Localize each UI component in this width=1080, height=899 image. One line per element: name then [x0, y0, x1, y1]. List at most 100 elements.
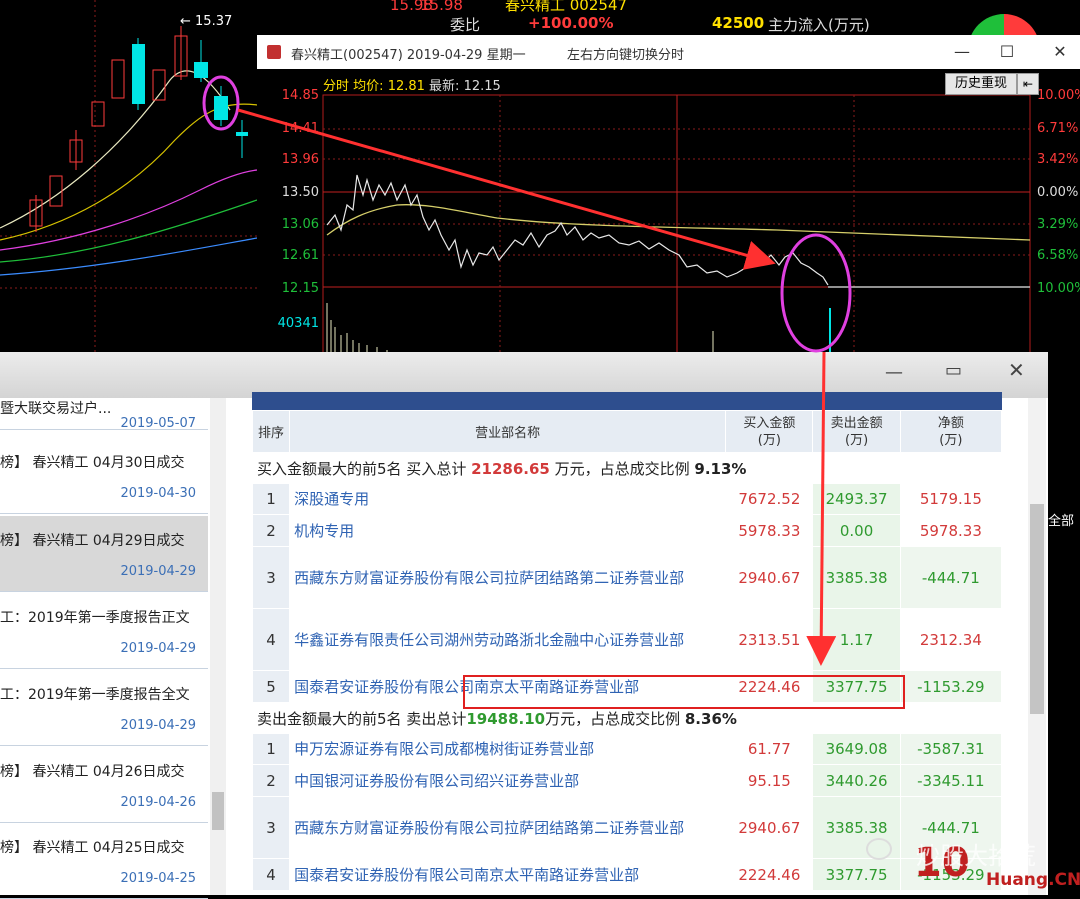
news-title: 榜】 春兴精工 04月26日成交: [0, 764, 185, 780]
list-item[interactable]: 榜】 春兴精工 04月25日成交 2019-04-25: [0, 823, 208, 899]
maximize-icon[interactable]: ☐: [992, 39, 1022, 65]
close-icon[interactable]: ✕: [1045, 39, 1075, 65]
row-idx: 3: [251, 546, 291, 609]
row-idx: 2: [251, 764, 291, 797]
main-flow-label: 主力流入(万元): [768, 16, 870, 34]
table-row[interactable]: 2 机构专用 5978.33 0.00 5978.33: [251, 514, 1003, 547]
branch-name[interactable]: 国泰君安证券股份有限公司南京太平南路证券营业部: [289, 858, 727, 891]
buy-amount: 2940.67: [725, 796, 814, 859]
top-price-red-label: 15.98: [390, 0, 433, 14]
sell-section-row: 卖出金额最大的前5名 卖出总计19488.10万元，占总成交比例 8.36%: [252, 702, 1002, 734]
col-net: 净额 (万): [899, 410, 1003, 453]
sell-amount: 0.00: [812, 514, 901, 547]
buy-amount: 61.77: [725, 733, 814, 765]
lhb-table: 排序 营业部名称 买入金额 (万) 卖出金额 (万) 净额 (万) 买入金额最大…: [251, 410, 1003, 891]
net-amount: -3587.31: [899, 733, 1003, 765]
dragon-tiger-window: — ▭ ✕ 暨大联交易过户... 2019-05-07 榜】 春兴精工 04月3…: [0, 352, 1048, 899]
news-title: 暨大联交易过户...: [0, 401, 112, 417]
info-prefix: 分时: [323, 79, 350, 94]
branch-name[interactable]: 西藏东方财富证券股份有限公司拉萨团结路第二证券营业部: [289, 546, 727, 609]
table-row[interactable]: 4 国泰君安证券股份有限公司南京太平南路证券营业部 2224.46 3377.7…: [251, 858, 1003, 891]
buy-amount: 7672.52: [725, 483, 814, 515]
intraday-titlebar[interactable]: 春兴精工(002547) 2019-04-29 星期一 左右方向键切换分时 — …: [257, 35, 1080, 69]
buy-amount: 2224.46: [725, 858, 814, 891]
table-header-bar: [252, 392, 1002, 410]
volume-label: 40341: [278, 316, 319, 331]
list-item[interactable]: 工：2019年第一季度报告正文 2019-04-29: [0, 593, 208, 669]
right-strip-label: 全部: [1048, 514, 1075, 529]
weibi-num: 42500: [712, 14, 765, 32]
col-name: 营业部名称: [289, 410, 727, 453]
table-scroll-thumb[interactable]: [1030, 504, 1044, 714]
table-row[interactable]: 5 国泰君安证券股份有限公司南京太平南路证券营业部 2224.46 3377.7…: [251, 670, 1003, 703]
sell-ratio: 8.36%: [684, 709, 737, 728]
list-item[interactable]: 暨大联交易过户... 2019-05-07: [0, 354, 208, 431]
row-idx: 1: [251, 733, 291, 765]
last-value: 12.15: [463, 79, 501, 94]
avg-label: 均价:: [353, 79, 384, 94]
table-row[interactable]: 1 深股通专用 7672.52 2493.37 5179.15: [251, 483, 1003, 515]
minimize-icon[interactable]: —: [947, 39, 977, 65]
row-idx: 4: [251, 608, 291, 671]
sell-amount: 2493.37: [812, 483, 901, 515]
branch-name[interactable]: 华鑫证券有限责任公司湖州劳动路浙北金融中心证券营业部: [289, 608, 727, 671]
branch-name[interactable]: 机构专用: [289, 514, 727, 547]
price-tick-2: 13.96: [282, 152, 319, 167]
sell-amount: 3385.38: [812, 546, 901, 609]
pct-tick-1: 6.71%: [1037, 121, 1078, 136]
sell-section-prefix: 卖出金额最大的前5名 卖出总计: [257, 709, 467, 728]
row-idx: 5: [251, 670, 291, 703]
row-idx: 4: [251, 858, 291, 891]
list-item[interactable]: 榜】 春兴精工 04月26日成交 2019-04-26: [0, 747, 208, 823]
buy-section-row: 买入金额最大的前5名 买入总计 21286.65 万元，占总成交比例 9.13%: [252, 452, 1002, 484]
branch-name[interactable]: 西藏东方财富证券股份有限公司拉萨团结路第二证券营业部: [289, 796, 727, 859]
minimize-icon[interactable]: —: [885, 362, 903, 383]
buy-amount: 2940.67: [725, 546, 814, 609]
news-list: 暨大联交易过户... 2019-05-07 榜】 春兴精工 04月30日成交 2…: [0, 398, 210, 899]
net-amount: -3345.11: [899, 764, 1003, 797]
price-tick-4: 13.06: [282, 217, 319, 232]
news-title: 榜】 春兴精工 04月30日成交: [0, 455, 185, 471]
close-icon[interactable]: ✕: [1008, 358, 1025, 382]
maximize-icon[interactable]: ▭: [945, 360, 962, 381]
watermark-site: Huang.CN: [986, 870, 1080, 890]
history-replay-button[interactable]: 历史重现: [945, 73, 1017, 95]
weibi-label: 委比: [450, 16, 481, 34]
net-amount: 5978.33: [899, 514, 1003, 547]
price-high-label: ← 15.37: [180, 14, 233, 29]
news-date: 2019-04-29: [120, 718, 196, 733]
row-idx: 1: [251, 483, 291, 515]
sell-section-mid: 万元，占总成交比例: [545, 709, 685, 728]
buy-section-mid: 万元，占总成交比例: [549, 459, 695, 478]
table-row[interactable]: 2 中国银河证券股份有限公司绍兴证券营业部 95.15 3440.26 -334…: [251, 764, 1003, 797]
sell-amount: 1.17: [812, 608, 901, 671]
table-row[interactable]: 1 申万宏源证券有限公司成都槐树街证券营业部 61.77 3649.08 -35…: [251, 733, 1003, 765]
pct-tick-4: 3.29%: [1037, 217, 1078, 232]
table-row[interactable]: 4 华鑫证券有限责任公司湖州劳动路浙北金融中心证券营业部 2313.51 1.1…: [251, 608, 1003, 671]
buy-amount: 2313.51: [725, 608, 814, 671]
buy-amount: 2224.46: [725, 670, 814, 703]
news-list-scroll-thumb[interactable]: [212, 792, 224, 830]
list-item[interactable]: 工：2019年第一季度报告全文 2019-04-29: [0, 670, 208, 746]
right-strip: 全部: [1048, 352, 1080, 895]
news-title: 工：2019年第一季度报告正文: [0, 610, 190, 626]
net-amount: -444.71: [899, 546, 1003, 609]
buy-amount: 5978.33: [725, 514, 814, 547]
last-label: 最新:: [429, 79, 460, 94]
branch-name[interactable]: 申万宏源证券有限公司成都槐树街证券营业部: [289, 733, 727, 765]
branch-name[interactable]: 深股通专用: [289, 483, 727, 515]
table-row[interactable]: 3 西藏东方财富证券股份有限公司拉萨团结路第二证券营业部 2940.67 338…: [251, 546, 1003, 609]
list-item[interactable]: 榜】 春兴精工 04月30日成交 2019-04-30: [0, 438, 208, 514]
net-amount: 5179.15: [899, 483, 1003, 515]
next-arrow-icon[interactable]: ⇤: [1017, 73, 1039, 95]
branch-name[interactable]: 国泰君安证券股份有限公司南京太平南路证券营业部: [289, 670, 727, 703]
branch-name[interactable]: 中国银河证券股份有限公司绍兴证券营业部: [289, 764, 727, 797]
list-item-selected[interactable]: 榜】 春兴精工 04月29日成交 2019-04-29: [0, 516, 208, 592]
col-sell: 卖出金额 (万): [812, 410, 901, 453]
watermark-text: 炒股大拾荒: [916, 842, 1036, 870]
price-tick-3: 13.50: [282, 185, 319, 200]
news-title: 榜】 春兴精工 04月29日成交: [0, 533, 185, 549]
price-tick-5: 12.61: [282, 248, 319, 263]
sell-amount: 3377.75: [812, 670, 901, 703]
buy-section-prefix: 买入金额最大的前5名 买入总计: [257, 459, 472, 478]
